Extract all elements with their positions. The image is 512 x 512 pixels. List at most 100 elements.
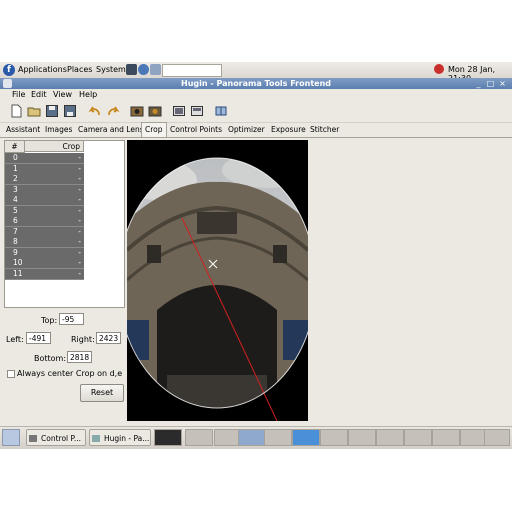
- tab-control-points[interactable]: Control Points: [167, 124, 225, 136]
- image-row-crop: -: [78, 184, 81, 194]
- image-row-crop: -: [78, 247, 81, 257]
- undo-icon[interactable]: [88, 104, 102, 118]
- help-menu[interactable]: Help: [79, 90, 97, 99]
- web-browser-icon[interactable]: [138, 64, 149, 75]
- tab-images[interactable]: Images: [42, 124, 75, 136]
- panel-entry-field[interactable]: [162, 64, 222, 77]
- tab-bar: Assistant Images Camera and Lens Crop Co…: [0, 122, 512, 138]
- update-alert-icon[interactable]: [434, 64, 444, 74]
- image-row[interactable]: 11 -: [5, 268, 84, 280]
- workspace-8[interactable]: [348, 429, 376, 446]
- title-bar[interactable]: Hugin - Panorama Tools Frontend _ □ ×: [0, 78, 512, 89]
- image-row[interactable]: 8-: [5, 237, 84, 248]
- tab-assistant[interactable]: Assistant: [3, 124, 43, 136]
- control-panel-icon: [29, 435, 37, 442]
- image-row[interactable]: 0-: [5, 153, 84, 164]
- image-row-crop: -: [78, 268, 81, 278]
- new-icon[interactable]: [9, 104, 23, 118]
- crop-image-preview[interactable]: [127, 140, 308, 421]
- redo-icon[interactable]: [106, 104, 120, 118]
- fast-preview-icon[interactable]: [190, 104, 204, 118]
- tab-exposure[interactable]: Exposure: [268, 124, 309, 136]
- tab-stitcher[interactable]: Stitcher: [307, 124, 342, 136]
- image-row[interactable]: 10 -: [5, 258, 84, 269]
- workspace-9[interactable]: [376, 429, 404, 446]
- image-row-number: 6: [13, 216, 18, 225]
- workspace-6[interactable]: [292, 429, 320, 446]
- column-header-crop[interactable]: Crop: [25, 141, 84, 152]
- optimize-icon[interactable]: [214, 104, 228, 118]
- workspace-7[interactable]: [320, 429, 348, 446]
- places-menu[interactable]: Places: [67, 65, 92, 74]
- maximize-icon[interactable]: □: [486, 79, 495, 88]
- reset-button[interactable]: Reset: [80, 384, 124, 402]
- file-menu[interactable]: File: [12, 90, 25, 99]
- tab-optimizer[interactable]: Optimizer: [225, 124, 268, 136]
- save-icon[interactable]: [45, 104, 59, 118]
- workspace-1[interactable]: [154, 429, 182, 446]
- applications-menu[interactable]: Applications: [18, 65, 67, 74]
- add-series-icon[interactable]: [148, 104, 162, 118]
- image-row[interactable]: 2-: [5, 174, 84, 185]
- tab-camera-and-lens[interactable]: Camera and Lens: [75, 124, 147, 136]
- add-image-icon[interactable]: [130, 104, 144, 118]
- workspace-13[interactable]: [484, 429, 510, 446]
- open-icon[interactable]: [27, 104, 41, 118]
- always-center-label[interactable]: Always center Crop on d,e: [17, 369, 122, 378]
- image-row[interactable]: 7-: [5, 226, 84, 238]
- image-row-number: 2: [13, 174, 18, 183]
- system-menu[interactable]: System: [96, 65, 126, 74]
- bottom-label: Bottom:: [34, 354, 67, 363]
- image-row-crop: -: [78, 237, 81, 246]
- image-row[interactable]: 6-: [5, 216, 84, 227]
- fedora-logo-icon[interactable]: f: [3, 64, 15, 76]
- image-row[interactable]: 3-: [5, 184, 84, 196]
- close-icon[interactable]: ×: [498, 79, 507, 88]
- save-as-icon[interactable]: [63, 104, 77, 118]
- image-row-number: 4: [13, 195, 18, 204]
- terminal-launcher-icon[interactable]: [126, 64, 137, 75]
- tab-crop[interactable]: Crop: [141, 122, 167, 137]
- image-row-number: 3: [13, 184, 18, 194]
- workspace-2[interactable]: [185, 429, 213, 446]
- image-row[interactable]: 1-: [5, 163, 84, 175]
- image-row-crop: -: [78, 216, 81, 225]
- bottom-crop-input[interactable]: 2818: [67, 351, 92, 363]
- workspace-11[interactable]: [432, 429, 460, 446]
- image-row-crop: -: [78, 163, 81, 173]
- image-row[interactable]: 9-: [5, 247, 84, 259]
- image-row[interactable]: 4-: [5, 195, 84, 206]
- top-crop-input[interactable]: -95: [59, 313, 84, 325]
- workspace-10[interactable]: [404, 429, 432, 446]
- workspace-4[interactable]: [238, 429, 266, 446]
- hugin-icon: [92, 435, 100, 442]
- fisheye-photo: [127, 140, 308, 421]
- image-row[interactable]: 5-: [5, 205, 84, 217]
- column-header-number[interactable]: #: [5, 141, 25, 153]
- image-row-number: 11: [13, 268, 23, 278]
- email-icon[interactable]: [150, 64, 161, 75]
- edit-menu[interactable]: Edit: [31, 90, 47, 99]
- left-crop-input[interactable]: -491: [26, 332, 51, 344]
- show-desktop-icon[interactable]: [2, 429, 20, 446]
- image-row-number: 5: [13, 205, 18, 215]
- image-row-number: 1: [13, 163, 18, 173]
- view-menu[interactable]: View: [53, 90, 72, 99]
- workspace-5[interactable]: [264, 429, 292, 446]
- image-list[interactable]: # Crop 0-1-2-3-4-5-6-7-8-9-10-11-: [4, 140, 125, 308]
- top-panel: f Applications Places System Mon 28 Jan,…: [0, 62, 512, 83]
- minimize-icon[interactable]: _: [474, 79, 483, 88]
- image-row-crop: -: [78, 153, 81, 162]
- image-row-number: 10: [13, 258, 23, 267]
- toolbar: [0, 101, 512, 123]
- taskbar: Control P... Hugin - Pa...: [0, 426, 512, 449]
- preview-icon[interactable]: [172, 104, 186, 118]
- hugin-window: Hugin - Panorama Tools Frontend _ □ × Fi…: [0, 78, 512, 426]
- right-crop-input[interactable]: 2423: [96, 332, 121, 344]
- window-title: Hugin - Panorama Tools Frontend: [181, 79, 331, 88]
- always-center-checkbox[interactable]: [7, 370, 15, 378]
- image-row-crop: -: [78, 195, 81, 204]
- image-row-number: 0: [13, 153, 18, 162]
- image-row-crop: -: [78, 258, 81, 267]
- top-label: Top:: [41, 316, 58, 325]
